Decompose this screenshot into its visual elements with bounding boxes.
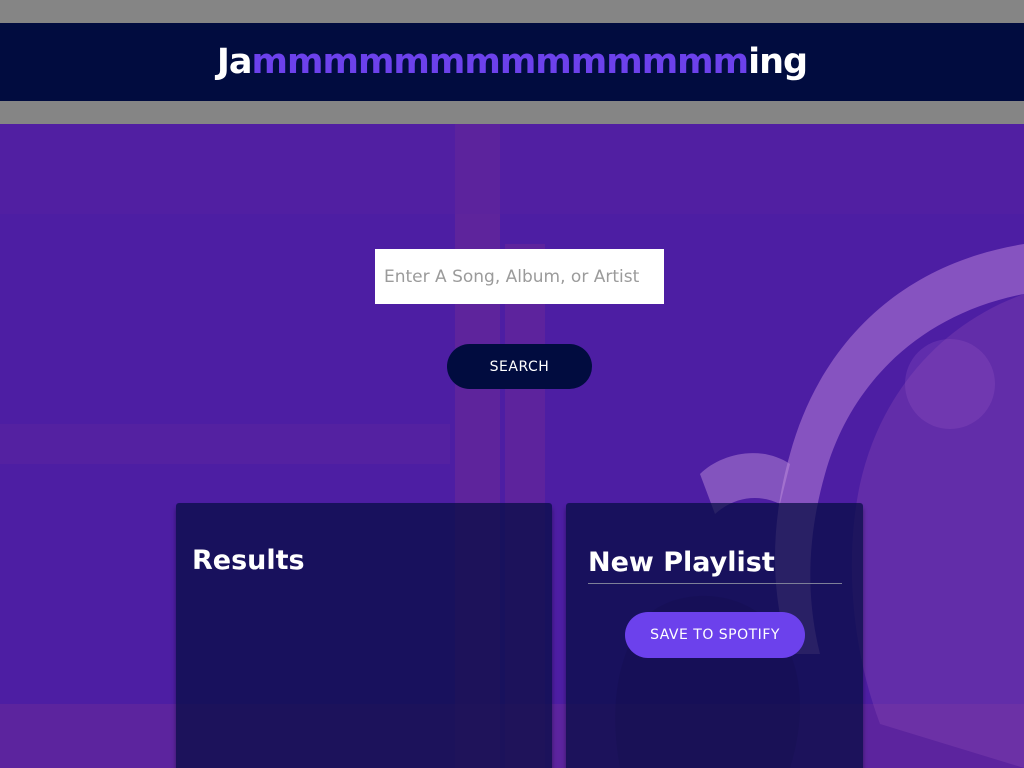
search-input[interactable] — [375, 249, 664, 304]
app-header: Jammmmmmmmmmmmmming — [0, 23, 1024, 101]
logo-prefix: Ja — [216, 42, 253, 82]
main-stage: SEARCH Results SAVE TO SPOTIFY — [0, 124, 1024, 768]
app-logo: Jammmmmmmmmmmmmming — [216, 42, 808, 82]
logo-highlight: mmmmmmmmmmmmmm — [251, 42, 750, 82]
playlist-name-input[interactable] — [588, 547, 842, 584]
playlist-panel: SAVE TO SPOTIFY — [566, 503, 863, 768]
bottom-strip — [0, 101, 1024, 124]
search-button[interactable]: SEARCH — [447, 344, 592, 389]
results-title: Results — [192, 545, 305, 576]
results-panel: Results — [176, 503, 552, 768]
top-strip — [0, 0, 1024, 23]
logo-suffix: ing — [748, 42, 808, 82]
save-to-spotify-button[interactable]: SAVE TO SPOTIFY — [625, 612, 805, 658]
